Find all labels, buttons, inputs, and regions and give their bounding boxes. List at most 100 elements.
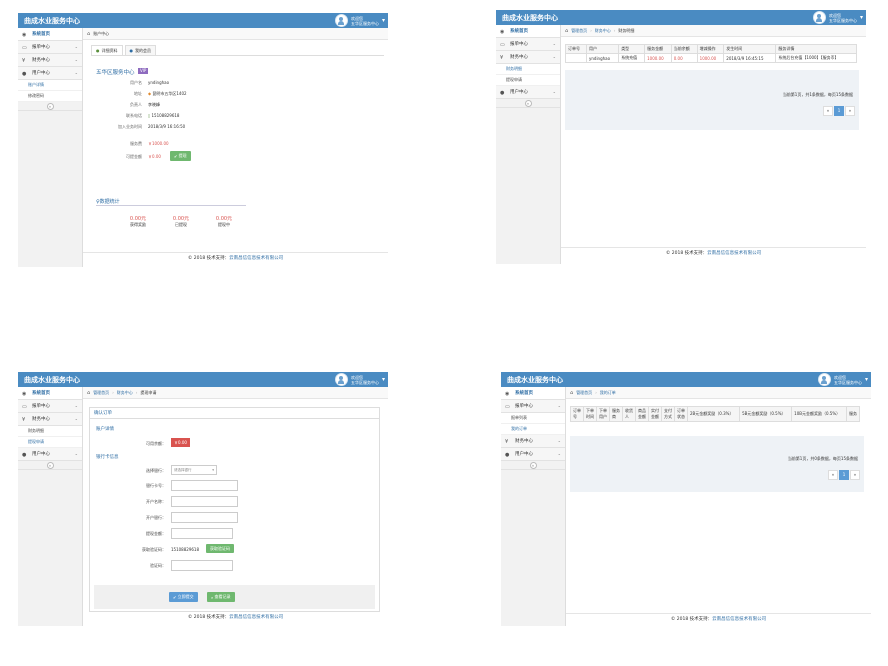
sidebar-collapse[interactable]: « (18, 461, 82, 470)
sidebar-collapse[interactable]: « (18, 102, 82, 111)
sidebar-subitem-change-password[interactable]: 修改密码 (18, 91, 82, 102)
sidebar-subitem-withdraw[interactable]: 提现申请 (18, 437, 82, 448)
caret-down-icon[interactable]: ▾ (382, 376, 385, 383)
sidebar-item-home[interactable]: ◉ 系统首页 (501, 387, 565, 400)
sidebar-item-account[interactable]: ● 用户中心 ⌄ (18, 67, 82, 80)
sidebar-subitem-finance-detail[interactable]: 财务明细 (18, 426, 82, 437)
top-bar: 曲成水业服务中心 欢迎您 五华区服务中心 ▾ (18, 372, 388, 387)
check-icon: ✔ (174, 153, 178, 159)
sidebar-subitem-account-detail[interactable]: 账户详情 (18, 80, 82, 91)
pager-next[interactable]: » (845, 106, 855, 116)
caret-down-icon[interactable]: ▾ (382, 17, 385, 24)
user-menu[interactable]: 欢迎您 五华区服务中心 ▾ (334, 14, 385, 27)
get-code-button[interactable]: 获取验证码 (206, 544, 234, 553)
screenshot-finance-detail: 曲成水业服务中心 欢迎您 五华区服务中心 ▾ ◉ 系统首页 ▭ 报单中心 ⌄ ¥ 财务中心… (496, 10, 866, 264)
caret-down-icon[interactable]: ▾ (865, 376, 868, 383)
sidebar-item-home[interactable]: ◉ 系统首页 (18, 28, 82, 41)
pager-prev[interactable]: « (823, 106, 833, 116)
footer-link[interactable]: 云南昌信信息技术有限公司 (229, 256, 283, 261)
bank-select[interactable]: 请选择银行 ▾ (171, 465, 217, 475)
sidebar-item-home[interactable]: ◉ 系统首页 (496, 25, 560, 38)
row-holder: 开户名称： (96, 496, 379, 507)
check-icon: ✔ (173, 594, 177, 600)
pager-next[interactable]: » (850, 470, 860, 480)
sidebar-item-orders[interactable]: ▭ 报单中心 ⌄ (18, 400, 82, 413)
chevron-down-icon: ⌄ (74, 451, 78, 456)
footer-link[interactable]: 云南昌信信息技术有限公司 (707, 251, 761, 256)
card-number-input[interactable] (171, 480, 238, 491)
section-account: 账户详情 (96, 427, 114, 432)
app-title: 曲成水业服务中心 (24, 17, 80, 25)
user-icon: ● (22, 451, 27, 458)
withdraw-button[interactable]: ✔ 提现 (170, 151, 191, 161)
pager-page-1[interactable]: 1 (834, 106, 844, 116)
sidebar-item-finance[interactable]: ¥ 财务中心 ⌄ (501, 435, 565, 448)
sidebar-item-orders[interactable]: ▭ 报单中心 ⌄ (501, 400, 565, 413)
screenshot-my-orders: 曲成水业服务中心 欢迎您 五华区服务中心 ▾ ◉ 系统首页 ▭ 报单中心 ⌄ 报单列表 … (501, 372, 871, 626)
phone-number: 15108829618 (171, 547, 199, 552)
sidebar-subitem-my-orders[interactable]: 我的订单 (501, 424, 565, 435)
home-icon[interactable]: ⌂ (570, 390, 573, 396)
sidebar-item-account[interactable]: ● 用户中心 ⌄ (18, 448, 82, 461)
sidebar-item-orders[interactable]: ▭ 报单中心 ⌄ (18, 41, 82, 54)
pager-prev[interactable]: « (828, 470, 838, 480)
stats-title: ♀数据统计 (96, 199, 120, 205)
dashboard-icon: ◉ (500, 28, 505, 35)
app-title: 曲成水业服务中心 (507, 376, 563, 384)
footer: © 2018 技术支持：云南昌信信息技术有限公司 (187, 615, 284, 620)
sidebar-item-account[interactable]: ● 用户中心 ⌄ (501, 448, 565, 461)
sidebar-item-home[interactable]: ◉ 系统首页 (18, 387, 82, 400)
sidebar-subitem-withdraw[interactable]: 提现申请 (496, 75, 560, 86)
sidebar-item-finance[interactable]: ¥ 财务中心 ⌄ (18, 413, 82, 426)
pagination: «1» (822, 106, 855, 116)
sidebar-collapse[interactable]: « (496, 99, 560, 108)
home-icon[interactable]: ⌂ (87, 31, 90, 37)
bank-branch-input[interactable] (171, 512, 238, 523)
row-available: 可用余额： ￥0.00 (96, 438, 379, 449)
holder-name-input[interactable] (171, 496, 238, 507)
top-bar: 曲成水业服务中心 欢迎您 五华区服务中心 ▾ (18, 13, 388, 28)
chevron-down-icon: ⌄ (557, 451, 561, 456)
sidebar-item-finance[interactable]: ¥ 财务中心 ⌄ (18, 54, 82, 67)
footer-link[interactable]: 云南昌信信息技术有限公司 (229, 615, 283, 620)
users-icon: ● (129, 48, 134, 53)
view-records-button[interactable]: ⌕ 查看记录 (207, 592, 235, 602)
user-menu[interactable]: 欢迎您 五华区服务中心 ▾ (334, 373, 385, 386)
search-icon: ⌕ (211, 594, 214, 600)
code-input[interactable] (171, 560, 233, 571)
sidebar-subitem-order-list[interactable]: 报单列表 (501, 413, 565, 424)
footer: © 2018 技术支持：云南昌信信息技术有限公司 (83, 252, 388, 263)
row-get-code: 获取验证码： 15108829618 获取验证码 (96, 544, 379, 555)
chevron-down-icon: ⌄ (552, 41, 556, 46)
row-card-number: 银行卡号： (96, 480, 379, 491)
sidebar-collapse[interactable]: « (501, 461, 565, 470)
user-menu[interactable]: 欢迎您 五华区服务中心 ▾ (817, 373, 868, 386)
caret-down-icon[interactable]: ▾ (860, 14, 863, 21)
amount-input[interactable] (171, 528, 233, 539)
yen-icon: ¥ (505, 438, 509, 445)
top-bar: 曲成水业服务中心 欢迎您 五华区服务中心 ▾ (496, 10, 866, 25)
yen-icon: ¥ (500, 54, 504, 61)
main-content: ⌂ 账户中心 ● 详细资料 ● 我的会员 五华区服务中心 VIP 用户名 yndingh… (83, 28, 388, 267)
sidebar-item-account[interactable]: ● 用户中心 ⌄ (496, 86, 560, 99)
sidebar-subitem-finance-detail[interactable]: 财务明细 (496, 64, 560, 75)
home-icon[interactable]: ⌂ (565, 28, 568, 34)
chevron-down-icon: ⌄ (74, 403, 78, 408)
sidebar-item-orders[interactable]: ▭ 报单中心 ⌄ (496, 38, 560, 51)
tab-details[interactable]: ● 详细资料 (91, 45, 123, 55)
footer-link[interactable]: 云南昌信信息技术有限公司 (712, 617, 766, 622)
breadcrumb: ⌂ 管理首页 › 我的订单 (566, 387, 871, 399)
dashboard-icon: ◉ (22, 390, 27, 397)
home-icon[interactable]: ⌂ (87, 390, 90, 396)
submit-button[interactable]: ✔ 立即提交 (169, 592, 198, 602)
tab-my-members[interactable]: ● 我的会员 (124, 45, 156, 55)
user-menu[interactable]: 欢迎您 五华区服务中心 ▾ (812, 11, 863, 24)
sidebar-item-finance[interactable]: ¥ 财务中心 ⌄ (496, 51, 560, 64)
pager-info: 当前第1页，共0条数据，每页15条数据 (787, 456, 858, 461)
form-title: 确认订单 (90, 408, 379, 419)
footer: © 2018 技术支持：云南昌信信息技术有限公司 (561, 247, 866, 258)
chevron-down-icon: ⌄ (552, 89, 556, 94)
app-title: 曲成水业服务中心 (24, 376, 80, 384)
row-code: 验证码： (96, 560, 379, 571)
pager-page-1[interactable]: 1 (839, 470, 849, 480)
